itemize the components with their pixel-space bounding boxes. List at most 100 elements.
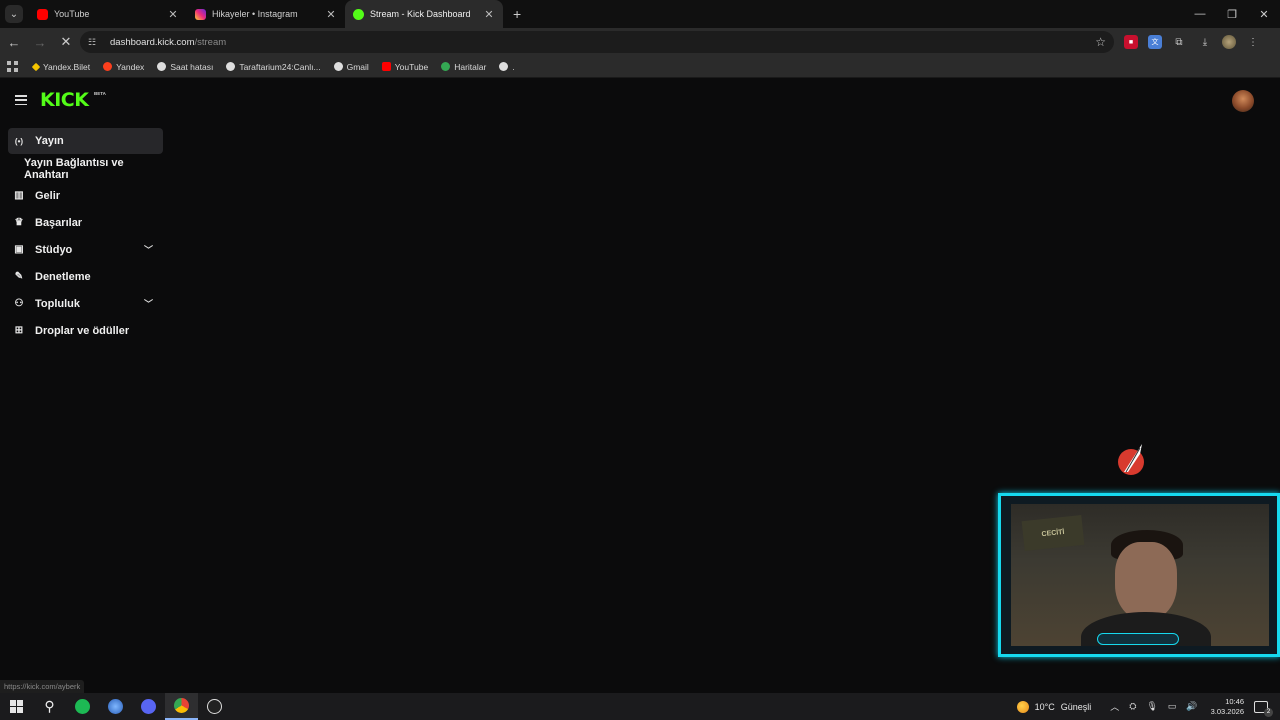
tab-youtube[interactable]: YouTube ✕ [29, 0, 187, 28]
stop-loading-icon[interactable]: ✕ [54, 34, 78, 50]
taskbar-obs[interactable] [198, 693, 231, 720]
window-controls: — ❐ ✕ [1184, 0, 1280, 28]
address-bar[interactable]: ☷ dashboard.kick.com/stream ☆ [80, 31, 1114, 53]
bookmark-star-icon[interactable]: ☆ [1095, 35, 1106, 49]
translate-icon[interactable]: 文 [1148, 35, 1162, 49]
start-button[interactable] [0, 693, 33, 720]
sidebar-item-label: Droplar ve ödüller [35, 324, 130, 337]
apps-grid-icon[interactable] [7, 60, 19, 73]
google-icon [157, 62, 167, 71]
bookmark-youtube[interactable]: YouTube [381, 61, 429, 72]
globe-icon [226, 62, 236, 71]
close-tab-icon[interactable]: ✕ [483, 8, 495, 21]
minimize-button[interactable]: — [1184, 8, 1216, 20]
tab-kick-dashboard[interactable]: Stream - Kick Dashboard ✕ [345, 0, 503, 28]
webcam-overlay: CECİTİ [998, 493, 1280, 657]
browser-menu-icon[interactable]: ⋮ [1246, 35, 1260, 49]
community-icon: ⚇ [14, 298, 24, 309]
sidebar-item-label: Denetleme [35, 270, 91, 283]
maps-pin-icon [441, 62, 451, 71]
sidebar-item-droplar[interactable]: ⊞ Droplar ve ödüller [8, 317, 168, 344]
close-window-button[interactable]: ✕ [1248, 8, 1280, 21]
browser-tab-strip: ⌄ YouTube ✕ Hikayeler • Instagram ✕ Stre… [0, 0, 1280, 28]
tab-title: YouTube [54, 9, 90, 19]
hamburger-menu-icon[interactable] [15, 95, 27, 105]
tab-instagram[interactable]: Hikayeler • Instagram ✕ [187, 0, 345, 28]
sidebar-item-label: Topluluk [35, 297, 81, 310]
back-arrow-icon[interactable]: ← [2, 35, 26, 50]
search-icon: ⚲ [44, 698, 55, 714]
youtube-icon [381, 62, 391, 71]
wrench-icon: ✎ [14, 271, 24, 282]
extension-red-icon[interactable]: ■ [1124, 35, 1138, 49]
site-info-icon[interactable]: ☷ [88, 37, 102, 48]
sidebar-item-yayin[interactable]: (•) Yayın [8, 128, 163, 154]
forward-arrow-icon[interactable]: → [28, 35, 52, 50]
windows-logo-icon [10, 700, 23, 713]
kick-favicon-icon [353, 8, 364, 20]
search-button[interactable]: ⚲ [33, 693, 66, 720]
chevron-down-icon[interactable]: ﹀ [144, 243, 153, 256]
windows-taskbar: ⚲ 10°C Güneşli ︿ ⛭ 🎙 ▭ 🔊 10:46 3.03.2026… [0, 693, 1280, 720]
youtube-favicon-icon [37, 8, 48, 20]
volume-icon[interactable]: 🔊 [1186, 701, 1197, 712]
tray-app-icon[interactable]: ⛭ [1129, 701, 1136, 712]
system-tray: 10°C Güneşli ︿ ⛭ 🎙 ▭ 🔊 10:46 3.03.2026 2 [1016, 693, 1280, 720]
trophy-icon: ♛ [14, 217, 24, 228]
bookmark-yandex[interactable]: Yandex [103, 62, 144, 72]
bookmark-gmail[interactable]: Gmail [333, 62, 369, 72]
taskbar-app-blue[interactable] [99, 693, 132, 720]
profile-avatar-icon[interactable] [1222, 35, 1236, 49]
extensions-puzzle-icon[interactable]: ⧉ [1172, 35, 1186, 49]
bookmark-label: YouTube [394, 61, 429, 72]
clock-date: 3.03.2026 [1210, 706, 1244, 716]
sidebar-item-studyo[interactable]: ▣ Stüdyo ﹀ [8, 236, 168, 263]
download-icon[interactable]: ⤓ [1198, 35, 1212, 49]
kick-logo[interactable]: KICK [40, 89, 89, 111]
network-icon[interactable]: ▭ [1168, 701, 1177, 712]
close-tab-icon[interactable]: ✕ [167, 8, 179, 21]
user-avatar[interactable] [1232, 90, 1254, 112]
dashboard-header: KICK BETA [0, 80, 1280, 122]
bookmark-label: Yandex.Bilet [43, 61, 91, 72]
bookmark-saat-hatasi[interactable]: Saat hatası [157, 62, 213, 72]
sidebar-item-label: Başarılar [35, 216, 83, 229]
bookmark-label: Yandex [116, 61, 145, 72]
notification-center-icon[interactable]: 2 [1254, 700, 1273, 717]
sidebar-item-basarilar[interactable]: ♛ Başarılar [8, 209, 168, 236]
taskbar-chrome[interactable] [165, 693, 198, 720]
sidebar-item-gelir[interactable]: ▥ Gelir [8, 182, 168, 209]
chart-icon: ▥ [14, 190, 24, 201]
weather-condition[interactable]: Güneşli [1061, 702, 1092, 712]
taskbar-clock[interactable]: 10:46 3.03.2026 [1211, 697, 1244, 717]
notification-count: 2 [1264, 707, 1273, 717]
taskbar-spotify[interactable] [66, 693, 99, 720]
microphone-icon[interactable]: 🎙 [1146, 701, 1157, 712]
discord-icon [141, 699, 156, 714]
weather-temp[interactable]: 10°C [1035, 702, 1055, 712]
bookmark-haritalar[interactable]: Haritalar [441, 62, 486, 72]
restore-button[interactable]: ❐ [1216, 8, 1248, 21]
sidebar-item-denetleme[interactable]: ✎ Denetleme [8, 263, 168, 290]
bookmarks-bar: Yandex.Bilet Yandex Saat hatası Taraftar… [0, 56, 1280, 78]
bookmark-label: Taraftarium24:Canlı... [239, 61, 321, 72]
chevron-down-icon[interactable]: ﹀ [144, 297, 153, 310]
weather-sun-icon [1016, 700, 1029, 713]
sidebar-item-label: Yayın Bağlantısı ve Anahtarı [24, 156, 124, 181]
broadcast-icon: (•) [14, 136, 24, 146]
bookmark-yandex-bilet[interactable]: Yandex.Bilet [31, 61, 91, 72]
sidebar-item-topluluk[interactable]: ⚇ Topluluk ﹀ [8, 290, 168, 317]
bookmark-taraftarium[interactable]: Taraftarium24:Canlı... [226, 61, 321, 72]
close-tab-icon[interactable]: ✕ [325, 8, 337, 21]
new-tab-button[interactable]: + [513, 6, 521, 22]
bookmark-other[interactable]: . [499, 62, 515, 72]
tray-chevron-up-icon[interactable]: ︿ [1110, 700, 1119, 713]
sidebar-item-stream-key[interactable]: Yayın Bağlantısı ve Anahtarı [8, 155, 168, 182]
beta-badge: BETA [94, 91, 106, 96]
chrome-icon [174, 698, 189, 713]
studio-icon: ▣ [14, 244, 24, 255]
taskbar-discord[interactable] [132, 693, 165, 720]
tab-search-icon[interactable]: ⌄ [5, 5, 23, 23]
browser-toolbar: ← → ✕ ☷ dashboard.kick.com/stream ☆ ■ 文 … [0, 28, 1280, 56]
globe-icon [499, 62, 509, 71]
